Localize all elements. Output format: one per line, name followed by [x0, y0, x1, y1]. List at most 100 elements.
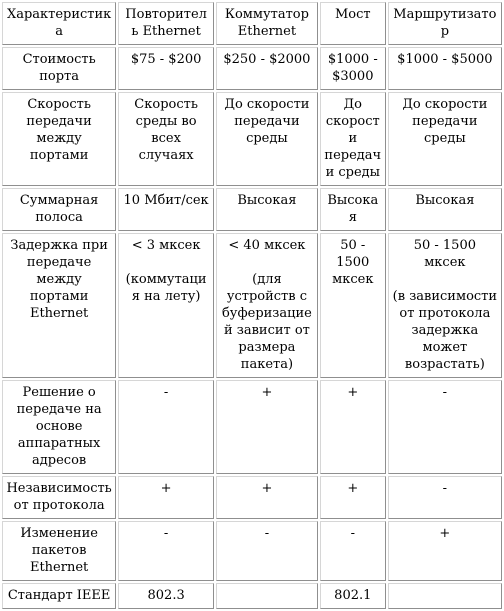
table-cell	[215, 583, 318, 609]
row-feature-text: Изменение пакетов Ethernet	[20, 526, 98, 575]
table-row: Независимость от протокола + + + -	[2, 476, 502, 519]
table-cell: -	[319, 521, 386, 581]
row-feature-label: Скорость передачи между портами	[2, 92, 117, 186]
cell-text: 50 - 1500 мксек	[332, 238, 374, 287]
cell-text: Скорость среды во всех случаях	[134, 97, 198, 163]
table-cell: -	[118, 521, 214, 581]
table-cell: До скорости передачи среды	[387, 92, 502, 186]
table-cell: +	[215, 476, 318, 519]
row-feature-text: Независимость от протокола	[6, 481, 112, 513]
table-cell: 802.3	[118, 583, 214, 609]
table-cell: $250 - $2000	[215, 47, 318, 90]
cell-text: 10 Мбит/сек	[123, 193, 209, 208]
table-row: Суммарная полоса 10 Мбит/сек Высокая Высока…	[2, 188, 502, 231]
table-row: Стандарт IEEE 802.3 802.1	[2, 583, 502, 609]
row-feature-label: Решение о передаче на основе аппаратных …	[2, 380, 117, 474]
table-cell: +	[387, 521, 502, 581]
cell-text: +	[160, 481, 172, 496]
cell-text: Высокая	[415, 193, 475, 208]
row-feature-text: Суммарная полоса	[19, 193, 99, 225]
table-cell: < 3 мксек (коммутация на лету)	[118, 233, 214, 378]
column-header-1: Повторитель Ethernet	[118, 2, 214, 45]
cell-text: $1000 - $3000	[327, 52, 378, 84]
cell-text: $75 - $200	[130, 52, 202, 67]
row-feature-text: Скорость передачи между портами	[26, 97, 92, 163]
table-cell: Высокая	[387, 188, 502, 231]
cell-text: +	[347, 481, 359, 496]
table-cell: +	[118, 476, 214, 519]
cell-text: +	[439, 526, 451, 541]
row-feature-label: Задержка при передаче между портами Ethe…	[2, 233, 117, 378]
cell-text: (коммутация на лету)	[125, 272, 207, 304]
row-feature-label: Изменение пакетов Ethernet	[2, 521, 117, 581]
cell-text: Высокая	[327, 193, 379, 225]
table-cell: 50 - 1500 мксек (в зависимости от протоко…	[387, 233, 502, 378]
table-cell: Скорость среды во всех случаях	[118, 92, 214, 186]
table-cell: 802.1	[319, 583, 386, 609]
column-header-label: Маршрутизатор	[393, 7, 497, 39]
table-row: Скорость передачи между портами Скорость …	[2, 92, 502, 186]
row-feature-text: Стандарт IEEE	[7, 588, 111, 603]
cell-text: $250 - $2000	[223, 52, 311, 67]
table-cell: До скорости передачи среды	[215, 92, 318, 186]
table-cell	[387, 583, 502, 609]
cell-text: 802.1	[334, 588, 372, 603]
table-cell: -	[118, 380, 214, 474]
cell-text: (в зависимости от протокола задержка мож…	[392, 289, 498, 372]
table-cell: +	[319, 380, 386, 474]
table-cell: Высокая	[215, 188, 318, 231]
cell-text: -	[264, 526, 270, 541]
cell-text: $1000 - $5000	[397, 52, 493, 67]
cell-text: До скорости передачи среды	[224, 97, 310, 146]
table-cell: < 40 мксек (для устройств с буферизацией …	[215, 233, 318, 378]
cell-text: < 3 мксек	[131, 238, 201, 253]
cell-text: 802.3	[147, 588, 185, 603]
column-header-4: Маршрутизатор	[387, 2, 502, 45]
table-row: Изменение пакетов Ethernet - - - +	[2, 521, 502, 581]
column-header-3: Мост	[319, 2, 386, 45]
table-body: Характеристика Повторитель Ethernet Коммут…	[2, 2, 502, 609]
table-row: Задержка при передаче между портами Ethe…	[2, 233, 502, 378]
cell-text: Высокая	[237, 193, 297, 208]
column-header-label: Повторитель Ethernet	[125, 7, 207, 39]
column-header-2: Коммутатор Ethernet	[215, 2, 318, 45]
row-feature-label: Стоимость порта	[2, 47, 117, 90]
cell-text: -	[442, 481, 448, 496]
table-cell: Высокая	[319, 188, 386, 231]
column-header-label: Коммутатор Ethernet	[224, 7, 309, 39]
cell-text: +	[347, 385, 359, 400]
table-row: Стоимость порта $75 - $200 $250 - $2000 $10…	[2, 47, 502, 90]
table-cell: -	[387, 380, 502, 474]
cell-text: -	[442, 385, 448, 400]
table-row: Решение о передаче на основе аппаратных …	[2, 380, 502, 474]
cell-text: До скорости передачи среды	[402, 97, 488, 146]
row-feature-text: Задержка при передаче между портами Ethe…	[10, 238, 108, 321]
column-header-label: Мост	[334, 7, 371, 22]
cell-text: -	[163, 385, 169, 400]
column-header-label: Характеристика	[6, 7, 112, 39]
table-cell: До скорости передачи среды	[319, 92, 386, 186]
table-cell: 10 Мбит/сек	[118, 188, 214, 231]
cell-text: -	[163, 526, 169, 541]
row-feature-text: Решение о передаче на основе аппаратных …	[16, 385, 102, 468]
row-feature-label: Суммарная полоса	[2, 188, 117, 231]
row-feature-text: Стоимость порта	[22, 52, 96, 84]
row-feature-label: Независимость от протокола	[2, 476, 117, 519]
table-cell: +	[319, 476, 386, 519]
table-header-row: Характеристика Повторитель Ethernet Коммут…	[2, 2, 502, 45]
device-comparison-table: Характеристика Повторитель Ethernet Коммут…	[0, 0, 504, 611]
table-cell: 50 - 1500 мксек	[319, 233, 386, 378]
table-cell: -	[387, 476, 502, 519]
table-cell: $1000 - $5000	[387, 47, 502, 90]
table-cell: -	[215, 521, 318, 581]
column-header-0: Характеристика	[2, 2, 117, 45]
cell-text: +	[261, 481, 273, 496]
table-cell: +	[215, 380, 318, 474]
cell-text: До скорости передачи среды	[324, 97, 382, 180]
cell-text: -	[350, 526, 355, 541]
table-cell: $1000 - $3000	[319, 47, 386, 90]
cell-text: (для устройств с буферизацией зависит от…	[221, 272, 312, 372]
cell-text: +	[261, 385, 273, 400]
row-feature-label: Стандарт IEEE	[2, 583, 117, 609]
cell-text: 50 - 1500 мксек	[413, 238, 476, 270]
